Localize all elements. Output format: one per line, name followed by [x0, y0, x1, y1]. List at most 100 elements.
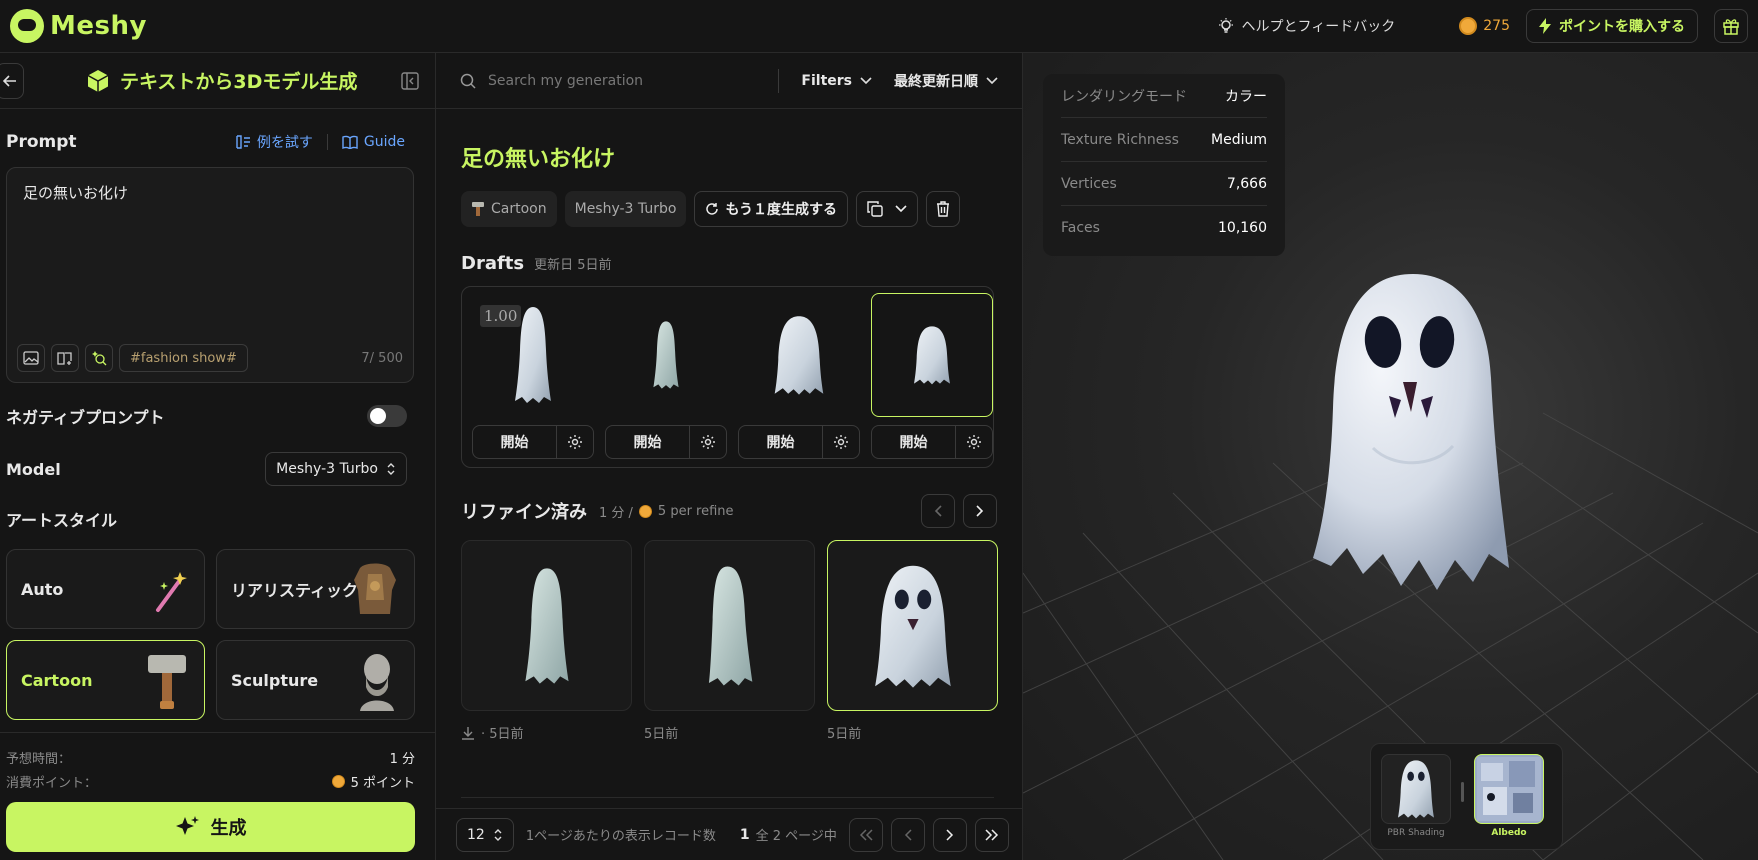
copy-dropdown-button[interactable]: [856, 191, 919, 227]
material-albedo[interactable]: Albedo: [1474, 754, 1544, 839]
search-bar: Search my generation Filters 最終更新日順: [436, 53, 1022, 109]
settings-button[interactable]: [956, 426, 992, 458]
start-button[interactable]: 開始: [739, 426, 823, 458]
model-row: Model Meshy-3 Turbo: [0, 441, 435, 497]
model-select[interactable]: Meshy-3 Turbo: [265, 452, 407, 486]
style-card-realistic[interactable]: リアリスティック: [216, 549, 415, 629]
chevron-right-icon: [976, 505, 984, 517]
prompt-header: Prompt 例を試す Guide: [0, 117, 435, 167]
refined-item-selected: 5日前: [827, 540, 998, 742]
refined-meta: · 5日前: [461, 723, 632, 742]
chevron-down-icon: [860, 76, 872, 84]
style-card-sculpture[interactable]: Sculpture: [216, 640, 415, 720]
download-icon[interactable]: [461, 726, 475, 740]
hammer-thumbnail-icon: [148, 655, 186, 709]
settings-button[interactable]: [557, 426, 593, 458]
next-page-button[interactable]: [932, 817, 967, 852]
logo[interactable]: Meshy: [10, 9, 147, 43]
hashtag-chip[interactable]: #fashion show#: [119, 344, 248, 372]
ghost-thumbnail-icon: [1398, 760, 1434, 819]
info-row: レンダリングモード カラー: [1061, 74, 1267, 118]
prev-page-button[interactable]: [890, 817, 925, 852]
prompt-textarea[interactable]: 足の無いお化け #fashion show# 7/ 500: [6, 167, 414, 383]
start-button[interactable]: 開始: [606, 426, 690, 458]
guide-link[interactable]: Guide: [342, 134, 405, 150]
delete-button[interactable]: [926, 191, 961, 227]
gift-button[interactable]: [1714, 9, 1748, 43]
render-mode-value[interactable]: カラー: [1225, 86, 1267, 106]
model-viewer[interactable]: レンダリングモード カラー Texture Richness Medium Ve…: [1023, 53, 1758, 860]
per-page-select[interactable]: 12: [456, 817, 514, 852]
negative-prompt-toggle[interactable]: [367, 405, 407, 427]
try-example-link[interactable]: 例を試す: [235, 132, 313, 152]
next-button[interactable]: [963, 494, 997, 528]
info-key: Vertices: [1061, 175, 1117, 192]
arrow-left-icon: [3, 74, 16, 87]
draft-thumbnail[interactable]: [871, 293, 993, 417]
info-value: 10,160: [1218, 220, 1267, 236]
draft-thumbnail[interactable]: [738, 293, 860, 417]
last-page-button[interactable]: [974, 817, 1009, 852]
per-page-value: 12: [467, 826, 485, 843]
material-pbr[interactable]: PBR Shading: [1381, 754, 1451, 839]
chevron-down-icon: [986, 76, 998, 84]
draft-item: 開始: [738, 293, 860, 461]
model-value: Meshy-3 Turbo: [276, 461, 378, 477]
start-button[interactable]: 開始: [473, 426, 557, 458]
material-label: Albedo: [1491, 828, 1527, 838]
refined-thumbnail[interactable]: [644, 540, 815, 711]
panel-title: テキストから3Dモデル生成: [86, 67, 357, 94]
guide-label: Guide: [363, 134, 405, 150]
refined-title: リファイン済み: [461, 502, 587, 523]
start-button[interactable]: 開始: [872, 426, 956, 458]
art-style-row: アートスタイル: [0, 497, 435, 541]
image-upload-button[interactable]: [17, 344, 45, 372]
buy-points-button[interactable]: ポイントを購入する: [1526, 9, 1698, 43]
prompt-library-button[interactable]: [51, 344, 79, 372]
refined-time: 1 分 /: [599, 505, 633, 521]
coin-icon: [638, 504, 652, 518]
sort-dropdown[interactable]: 最終更新日順: [894, 71, 998, 91]
char-counter: 7/ 500: [361, 351, 403, 366]
prev-button[interactable]: [921, 494, 955, 528]
magic-enhance-button[interactable]: [85, 344, 113, 372]
generate-button[interactable]: 生成: [6, 802, 415, 852]
generations-panel: Search my generation Filters 最終更新日順 足の無い…: [436, 53, 1023, 860]
style-label: リアリスティック: [231, 581, 359, 600]
back-button[interactable]: [0, 62, 24, 99]
draft-thumbnail[interactable]: 1.00: [472, 293, 594, 417]
collapse-sidebar-icon[interactable]: [401, 71, 419, 90]
style-card-auto[interactable]: Auto: [6, 549, 205, 629]
prompt-text[interactable]: 足の無いお化け: [23, 182, 128, 203]
draft-thumbnail[interactable]: [605, 293, 727, 417]
model-chip: Meshy-3 Turbo: [564, 191, 687, 227]
ghost-3d-model[interactable]: [1303, 268, 1523, 598]
meshy-logo-icon: [10, 9, 44, 43]
filters-dropdown[interactable]: Filters: [801, 73, 872, 89]
sparkles-icon: [175, 816, 199, 835]
art-style-label: アートスタイル: [6, 511, 118, 530]
gear-icon: [967, 435, 981, 449]
refresh-icon: [706, 203, 719, 215]
style-card-cartoon[interactable]: Cartoon: [6, 640, 205, 720]
info-value: 7,666: [1226, 175, 1267, 192]
help-feedback-link[interactable]: ヘルプとフィードバック: [1218, 16, 1395, 36]
refined-thumbnail[interactable]: [827, 540, 998, 711]
first-page-button[interactable]: [848, 817, 883, 852]
divider: [461, 797, 994, 798]
generation-title: 足の無いお化け: [461, 147, 616, 172]
ghost-model-image: [772, 307, 826, 403]
info-row: Texture Richness Medium: [1061, 118, 1267, 162]
regenerate-button[interactable]: もう１度生成する: [694, 191, 849, 227]
settings-button[interactable]: [690, 426, 726, 458]
settings-button[interactable]: [823, 426, 859, 458]
generate-footer: 予想時間： 1 分 消費ポイント： 5 ポイント 生成: [0, 732, 435, 860]
ghost-model-image: [524, 567, 569, 684]
search-input[interactable]: Search my generation: [488, 73, 643, 89]
magic-wand-icon: [156, 572, 187, 612]
cost-row: 消費ポイント： 5 ポイント: [0, 769, 435, 793]
trash-icon: [937, 201, 950, 217]
drafts-list: 1.00 開始 開始 開始 開始: [461, 286, 994, 468]
generation-chips: Cartoon Meshy-3 Turbo もう１度生成する: [461, 191, 1022, 227]
refined-thumbnail[interactable]: [461, 540, 632, 711]
